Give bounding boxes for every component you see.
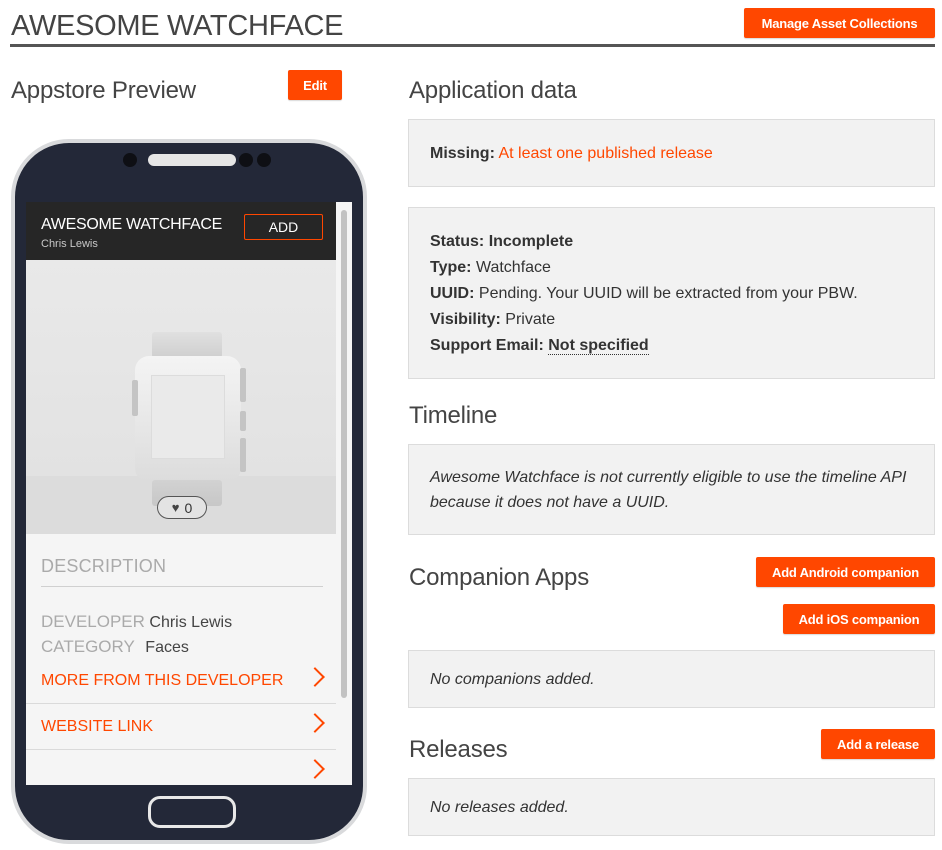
companions-panel: No companions added.: [408, 650, 935, 708]
category-value: Faces: [145, 639, 189, 656]
status-line: Status: Incomplete: [430, 229, 858, 255]
releases-panel: No releases added.: [408, 778, 935, 836]
missing-panel: Missing: At least one published release: [408, 119, 935, 187]
releases-heading: Releases: [409, 736, 508, 763]
phone-speaker: [148, 154, 236, 166]
manage-asset-collections-button[interactable]: Manage Asset Collections: [744, 8, 935, 38]
heart-icon: ♥: [171, 500, 180, 515]
timeline-panel: Awesome Watchface is not currently eligi…: [408, 444, 935, 535]
watch-face: [151, 375, 225, 459]
website-link[interactable]: WEBSITE LINK: [26, 704, 336, 750]
add-android-companion-button[interactable]: Add Android companion: [756, 557, 935, 587]
support-email-value[interactable]: Not specified: [548, 337, 649, 355]
chevron-right-icon: [305, 667, 325, 687]
edit-button[interactable]: Edit: [288, 70, 342, 100]
no-companions-text: No companions added.: [430, 671, 595, 688]
uuid-line: UUID: Pending. Your UUID will be extract…: [430, 281, 858, 307]
no-releases-text: No releases added.: [430, 799, 569, 816]
category-row: CATEGORY Faces: [41, 637, 189, 657]
chevron-right-icon: [305, 759, 325, 779]
more-from-developer-label: MORE FROM THIS DEVELOPER: [41, 672, 284, 689]
visibility-line: Visibility: Private: [430, 307, 858, 333]
companion-apps-heading: Companion Apps: [409, 564, 589, 591]
watch-button: [240, 438, 246, 472]
next-link-row[interactable]: [26, 750, 336, 785]
phone-sensor: [257, 153, 271, 167]
phone-home-button: [148, 796, 236, 828]
uuid-key: UUID:: [430, 285, 475, 302]
support-email-key: Support Email:: [430, 337, 544, 354]
visibility-key: Visibility:: [430, 311, 501, 328]
website-link-label: WEBSITE LINK: [41, 718, 154, 735]
visibility-value: Private: [505, 311, 556, 328]
phone-mockup: AWESOME WATCHFACE Chris Lewis ADD ♥ 0 DE…: [11, 139, 367, 844]
app-info-panel: Status: Incomplete Type: Watchface UUID:…: [408, 207, 935, 379]
phone-camera: [123, 153, 137, 167]
page-title: AWESOME WATCHFACE: [11, 10, 344, 42]
like-counter[interactable]: ♥ 0: [157, 496, 207, 519]
app-header-bar: AWESOME WATCHFACE Chris Lewis ADD: [26, 202, 336, 260]
app-screenshot-area: [26, 260, 336, 534]
app-name: AWESOME WATCHFACE: [41, 216, 222, 233]
like-count: 0: [184, 499, 193, 516]
more-from-developer-link[interactable]: MORE FROM THIS DEVELOPER: [26, 658, 336, 704]
add-release-button[interactable]: Add a release: [821, 729, 935, 759]
status-key: Status:: [430, 233, 485, 250]
watch-button: [240, 368, 246, 402]
appstore-preview-heading: Appstore Preview: [11, 77, 196, 104]
watch-button: [132, 380, 138, 416]
missing-line: Missing: At least one published release: [430, 141, 713, 167]
description-heading: DESCRIPTION: [41, 556, 167, 576]
developer-row: DEVELOPER Chris Lewis: [41, 612, 232, 632]
developer-value: Chris Lewis: [149, 614, 233, 631]
watch-strap-top: [152, 332, 222, 358]
chevron-right-icon: [305, 713, 325, 733]
watch-button: [240, 411, 246, 431]
scrollbar[interactable]: [341, 210, 347, 698]
support-email-line: Support Email: Not specified: [430, 333, 858, 359]
add-app-button[interactable]: ADD: [244, 214, 323, 240]
timeline-message-line1: Awesome Watchface is not currently eligi…: [430, 469, 907, 486]
application-data-heading: Application data: [409, 77, 577, 104]
watch-image: [132, 332, 254, 506]
app-developer: Chris Lewis: [41, 238, 98, 250]
title-divider: [10, 44, 935, 47]
type-value: Watchface: [475, 259, 551, 276]
missing-key: Missing:: [430, 145, 495, 162]
timeline-message-line2: because it does not have a UUID.: [430, 494, 670, 511]
phone-sensor: [239, 153, 253, 167]
developer-key: DEVELOPER: [41, 612, 145, 631]
type-key: Type:: [430, 259, 472, 276]
description-divider: [41, 586, 323, 587]
uuid-value: Pending. Your UUID will be extracted fro…: [478, 285, 858, 302]
add-ios-companion-button[interactable]: Add iOS companion: [783, 604, 935, 634]
phone-screen: AWESOME WATCHFACE Chris Lewis ADD ♥ 0 DE…: [26, 202, 352, 785]
status-value: Incomplete: [488, 233, 574, 250]
missing-value: At least one published release: [498, 145, 713, 162]
type-line: Type: Watchface: [430, 255, 858, 281]
timeline-heading: Timeline: [409, 402, 498, 429]
category-key: CATEGORY: [41, 637, 135, 656]
